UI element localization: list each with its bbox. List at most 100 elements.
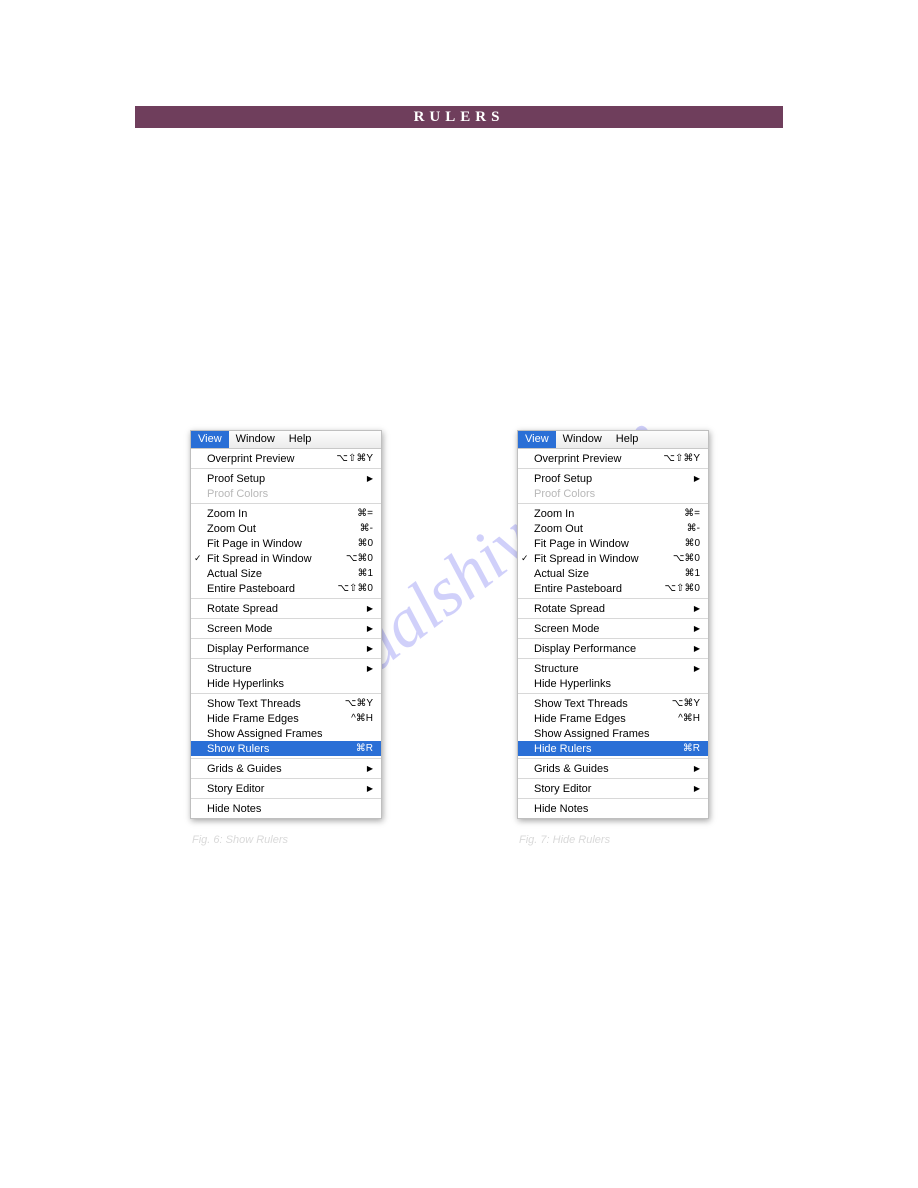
menu-item-show-text-threads[interactable]: Show Text Threads⌥⌘Y	[191, 696, 381, 711]
menu-item-shortcut: ⌥⌘Y	[672, 698, 700, 709]
menu-item-label: Show Assigned Frames	[207, 728, 373, 740]
menu-item-label: Rotate Spread	[207, 603, 361, 615]
menu-item-actual-size[interactable]: Actual Size⌘1	[191, 566, 381, 581]
menu-item-structure[interactable]: Structure ▶	[518, 661, 708, 676]
menu-item-structure[interactable]: Structure▶	[191, 661, 381, 676]
menu-item-rotate-spread[interactable]: Rotate Spread▶	[518, 601, 708, 616]
menu-item-label: Hide Notes	[207, 803, 373, 815]
menu-item-label: Proof Setup	[207, 473, 361, 485]
submenu-arrow-icon: ▶	[367, 664, 373, 673]
menu-item-hide-notes[interactable]: Hide Notes	[191, 801, 381, 816]
menu-item-shortcut: ⌘=	[357, 508, 373, 519]
menu-item-overprint-preview[interactable]: Overprint Preview⌥⇧⌘Y	[518, 451, 708, 466]
menu-group: Zoom In⌘=Zoom Out⌘-Fit Page in Window⌘0✓…	[518, 504, 708, 598]
menu-group: Overprint Preview⌥⇧⌘Y	[191, 449, 381, 468]
menu-item-shortcut: ⌘R	[683, 743, 700, 754]
submenu-arrow-icon: ▶	[367, 784, 373, 793]
menu-item-display-performance[interactable]: Display Performance▶	[191, 641, 381, 656]
menubar: ViewWindowHelp	[191, 431, 381, 449]
menu-item-shortcut: ⌥⌘Y	[345, 698, 373, 709]
menu-item-shortcut: ⌥⇧⌘Y	[663, 453, 700, 464]
menu-item-proof-colors: Proof Colors	[518, 486, 708, 501]
menu-item-story-editor[interactable]: Story Editor▶	[191, 781, 381, 796]
menu-group: Story Editor▶	[191, 779, 381, 798]
menu-item-fit-spread-in-window[interactable]: ✓Fit Spread in Window⌥⌘0	[191, 551, 381, 566]
menubar: ViewWindowHelp	[518, 431, 708, 449]
menu-item-zoom-out[interactable]: Zoom Out⌘-	[191, 521, 381, 536]
menu-item-label: Actual Size	[207, 568, 357, 580]
menu-item-shortcut: ⌥⌘0	[346, 553, 373, 564]
menu-item-show-assigned-frames[interactable]: Show Assigned Frames	[191, 726, 381, 741]
menubar-item-window[interactable]: Window	[556, 431, 609, 448]
submenu-arrow-icon: ▶	[694, 764, 700, 773]
menu-group: Hide Notes	[191, 799, 381, 818]
menu-item-fit-page-in-window[interactable]: Fit Page in Window⌘0	[518, 536, 708, 551]
menubar-item-view[interactable]: View	[518, 431, 556, 448]
menu-item-screen-mode[interactable]: Screen Mode▶	[191, 621, 381, 636]
menubar-item-view[interactable]: View	[191, 431, 229, 448]
menu-item-zoom-out[interactable]: Zoom Out⌘-	[518, 521, 708, 536]
menu-item-proof-setup[interactable]: Proof Setup▶	[191, 471, 381, 486]
menubar-item-window[interactable]: Window	[229, 431, 282, 448]
menu-item-hide-hyperlinks[interactable]: Hide Hyperlinks	[191, 676, 381, 691]
menu-item-overprint-preview[interactable]: Overprint Preview⌥⇧⌘Y	[191, 451, 381, 466]
menu-item-story-editor[interactable]: Story Editor ▶	[518, 781, 708, 796]
page-header: RULERS	[135, 106, 783, 128]
menu-item-fit-spread-in-window[interactable]: ✓Fit Spread in Window⌥⌘0	[518, 551, 708, 566]
menu-item-show-text-threads[interactable]: Show Text Threads⌥⌘Y	[518, 696, 708, 711]
menu-item-shortcut: ⌥⇧⌘Y	[336, 453, 373, 464]
menu-item-label: Display Performance	[207, 643, 361, 655]
menu-item-hide-rulers[interactable]: Hide Rulers⌘R	[518, 741, 708, 756]
menu-item-hide-hyperlinks[interactable]: Hide Hyperlinks	[518, 676, 708, 691]
menu-group: Display Performance▶	[518, 639, 708, 658]
menu-item-screen-mode[interactable]: Screen Mode▶	[518, 621, 708, 636]
menu-item-show-assigned-frames[interactable]: Show Assigned Frames	[518, 726, 708, 741]
menu-item-label: Hide Frame Edges	[207, 713, 351, 725]
menu-item-label: Zoom Out	[207, 523, 360, 535]
menu-item-actual-size[interactable]: Actual Size⌘1	[518, 566, 708, 581]
menu-item-shortcut: ⌘0	[357, 538, 373, 549]
menu-item-shortcut: ⌥⌘0	[673, 553, 700, 564]
menu-item-grids-guides[interactable]: Grids & Guides▶	[518, 761, 708, 776]
menu-group: Screen Mode▶	[518, 619, 708, 638]
menu-item-label: Hide Notes	[534, 803, 700, 815]
menu-item-shortcut: ⌘-	[687, 523, 700, 534]
submenu-arrow-icon: ▶	[694, 604, 700, 613]
menu-item-label: Proof Colors	[207, 488, 373, 500]
menu-item-fit-page-in-window[interactable]: Fit Page in Window⌘0	[191, 536, 381, 551]
menu-item-display-performance[interactable]: Display Performance▶	[518, 641, 708, 656]
figure-caption: Fig. 6: Show Rulers	[190, 834, 382, 846]
menu-group: Screen Mode▶	[191, 619, 381, 638]
view-menu-panel: ViewWindowHelp Overprint Preview⌥⇧⌘Y Proof…	[190, 430, 382, 819]
menu-item-label: Proof Setup	[534, 473, 688, 485]
menu-group: Grids & Guides ▶	[191, 759, 381, 778]
menu-item-label: Hide Frame Edges	[534, 713, 678, 725]
menu-item-label: Overprint Preview	[534, 453, 663, 465]
menu-group: Proof Setup▶Proof Colors	[518, 469, 708, 503]
menu-item-zoom-in[interactable]: Zoom In⌘=	[518, 506, 708, 521]
menu-item-entire-pasteboard[interactable]: Entire Pasteboard⌥⇧⌘0	[518, 581, 708, 596]
menubar-item-help[interactable]: Help	[282, 431, 319, 448]
submenu-arrow-icon: ▶	[367, 764, 373, 773]
menu-item-zoom-in[interactable]: Zoom In⌘=	[191, 506, 381, 521]
submenu-arrow-icon: ▶	[694, 784, 700, 793]
menu-group: Display Performance▶	[191, 639, 381, 658]
menu-item-hide-frame-edges[interactable]: Hide Frame Edges^⌘H	[518, 711, 708, 726]
menu-item-shortcut: ⌥⇧⌘0	[665, 583, 700, 594]
menu-item-shortcut: ⌘0	[684, 538, 700, 549]
submenu-arrow-icon: ▶	[694, 664, 700, 673]
menu-item-shortcut: ⌥⇧⌘0	[338, 583, 373, 594]
menu-item-grids-guides[interactable]: Grids & Guides ▶	[191, 761, 381, 776]
menu-item-hide-frame-edges[interactable]: Hide Frame Edges^⌘H	[191, 711, 381, 726]
menu-item-show-rulers[interactable]: Show Rulers⌘R	[191, 741, 381, 756]
menu-item-proof-setup[interactable]: Proof Setup▶	[518, 471, 708, 486]
menubar-item-help[interactable]: Help	[609, 431, 646, 448]
menu-item-label: Story Editor	[534, 783, 688, 795]
menu-item-entire-pasteboard[interactable]: Entire Pasteboard⌥⇧⌘0	[191, 581, 381, 596]
menu-item-rotate-spread[interactable]: Rotate Spread▶	[191, 601, 381, 616]
menu-item-label: Overprint Preview	[207, 453, 336, 465]
menu-item-label: Grids & Guides	[207, 763, 361, 775]
menu-item-label: Structure	[534, 663, 688, 675]
menu-item-hide-notes[interactable]: Hide Notes	[518, 801, 708, 816]
menu-item-label: Zoom In	[207, 508, 357, 520]
